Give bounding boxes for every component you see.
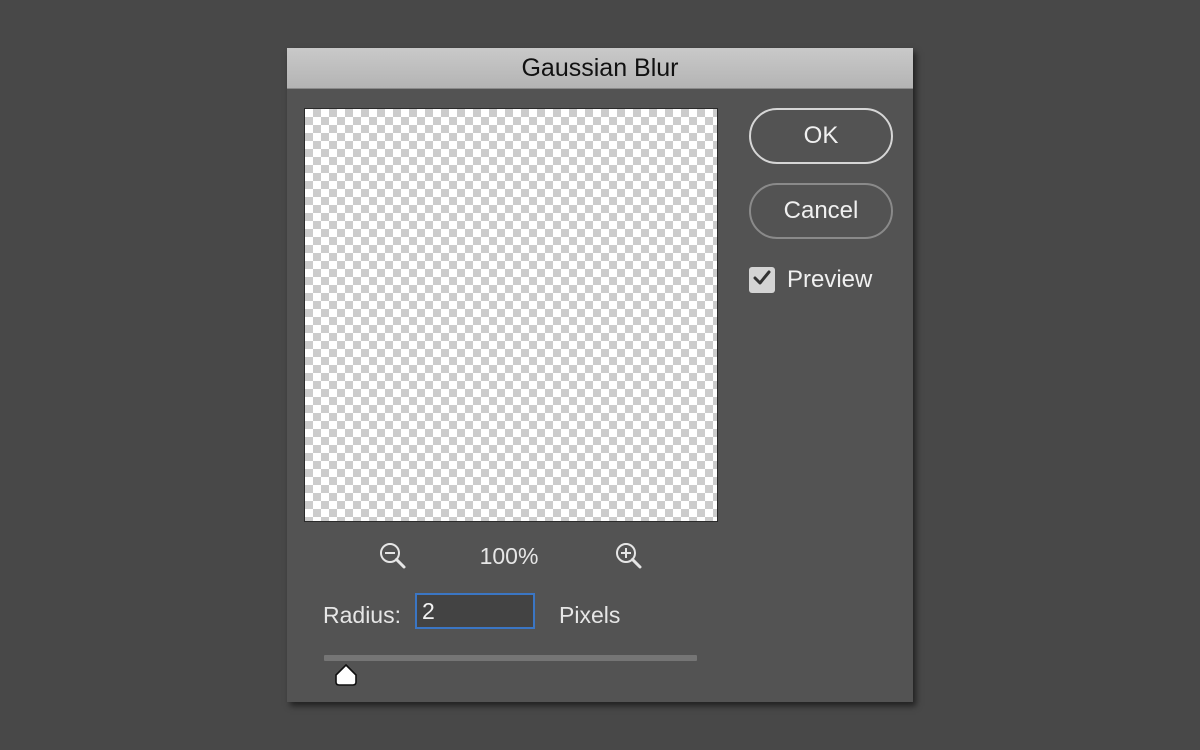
checkmark-icon <box>752 268 772 293</box>
preview-label: Preview <box>787 266 873 293</box>
preview-canvas[interactable] <box>304 108 718 522</box>
radius-label: Radius: <box>323 602 401 628</box>
zoom-out-icon[interactable] <box>378 541 408 571</box>
ok-button[interactable]: OK <box>749 108 893 164</box>
dialog-title-bar[interactable]: Gaussian Blur <box>287 48 913 89</box>
preview-checkbox[interactable] <box>749 267 775 293</box>
cancel-button-label: Cancel <box>783 197 859 224</box>
radius-row: Radius: Pixels <box>323 593 723 635</box>
gaussian-blur-dialog: Gaussian Blur 100% Radius: Pixels <box>287 48 913 702</box>
zoom-level: 100% <box>479 543 539 569</box>
radius-slider-track[interactable] <box>324 655 697 661</box>
radius-slider-thumb[interactable] <box>333 663 359 687</box>
dialog-title: Gaussian Blur <box>521 53 679 82</box>
radius-input[interactable] <box>415 593 535 629</box>
ok-button-label: OK <box>803 122 839 149</box>
radius-units-label: Pixels <box>559 602 621 628</box>
cancel-button[interactable]: Cancel <box>749 183 893 239</box>
preview-checkbox-row[interactable]: Preview <box>749 266 872 294</box>
zoom-controls: 100% <box>304 538 718 572</box>
zoom-in-icon[interactable] <box>614 541 644 571</box>
